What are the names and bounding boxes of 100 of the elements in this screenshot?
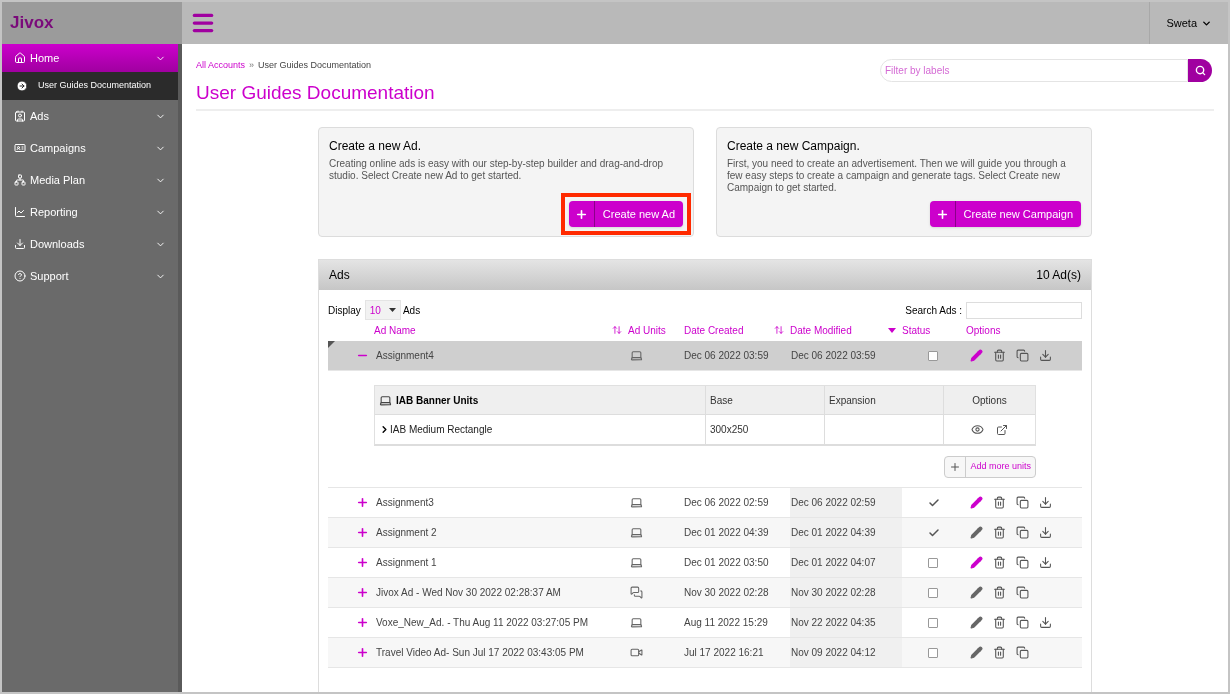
edit-icon[interactable] [970, 556, 983, 569]
edit-icon[interactable] [970, 586, 983, 599]
column-header: Base [706, 386, 825, 414]
sidebar-item[interactable]: Home [2, 44, 178, 72]
column-header[interactable]: Ad Units [628, 322, 666, 338]
status-checkbox[interactable] [928, 557, 938, 568]
column-header[interactable]: Date Modified [790, 322, 852, 338]
edit-icon[interactable] [970, 526, 983, 539]
external-link-icon[interactable] [996, 423, 1008, 436]
chevron-right-icon[interactable] [379, 424, 390, 435]
plus-icon [935, 207, 949, 221]
date-modified: Nov 30 2022 02:28 [791, 586, 876, 600]
search-button[interactable] [1188, 59, 1212, 82]
column-header[interactable]: Date Created [684, 322, 744, 338]
laptop-icon [630, 496, 643, 509]
preview-icon[interactable] [971, 423, 984, 436]
column-header[interactable]: Options [966, 322, 1001, 338]
ad-row[interactable]: Assignment 2 Dec 01 2022 04:39 Dec 01 2022 04:39 [328, 518, 1082, 548]
column-header: Options [971, 393, 1008, 408]
sidebar-item[interactable]: Campaigns [2, 132, 178, 164]
delete-icon[interactable] [993, 646, 1006, 659]
download-icon[interactable] [1039, 556, 1052, 569]
user-menu[interactable]: Sweta [1166, 14, 1197, 32]
sort-down-icon[interactable] [888, 327, 896, 333]
corner-marker-icon [328, 341, 335, 348]
ad-name: Assignment 2 [376, 527, 437, 538]
delete-icon[interactable] [993, 616, 1006, 629]
copy-icon[interactable] [1016, 349, 1029, 362]
sidebar-item[interactable]: Ads [2, 100, 178, 132]
create-button[interactable]: Create new Ad [568, 201, 683, 227]
search-ads-field[interactable] [966, 301, 1082, 319]
copy-icon[interactable] [1016, 496, 1029, 509]
download-icon[interactable] [1039, 526, 1052, 539]
date-modified: Dec 01 2022 04:07 [791, 556, 876, 570]
id-card-icon [14, 142, 26, 154]
plus-icon [574, 207, 588, 221]
sidebar-item[interactable]: Media Plan [2, 164, 178, 196]
arrow-circle-icon [16, 80, 28, 92]
download-icon[interactable] [1039, 496, 1052, 509]
search-label: Search Ads : [905, 303, 962, 318]
delete-icon[interactable] [993, 349, 1006, 362]
card-title: Create a new Ad. [329, 138, 423, 155]
status-checkbox[interactable] [928, 647, 938, 658]
copy-icon[interactable] [1016, 616, 1029, 629]
check-icon[interactable] [928, 526, 940, 539]
expand-icon[interactable] [355, 616, 369, 629]
logo[interactable]: Jivox [10, 10, 54, 36]
home-icon [14, 52, 26, 64]
column-header[interactable]: Status [902, 322, 931, 338]
expand-icon[interactable] [355, 646, 369, 659]
display-suffix: Ads [402, 303, 421, 318]
edit-icon[interactable] [970, 496, 983, 509]
delete-icon[interactable] [993, 556, 1006, 569]
expand-icon[interactable] [355, 586, 369, 599]
copy-icon[interactable] [1016, 526, 1029, 539]
laptop-icon [630, 556, 643, 569]
filter-field[interactable]: Filter by labels [880, 59, 1188, 82]
status-checkbox[interactable] [928, 350, 938, 361]
sort-icon[interactable] [612, 325, 622, 335]
page-size-select[interactable]: 10 [364, 300, 401, 320]
delete-icon[interactable] [993, 496, 1006, 509]
page-title: User Guides Documentation [196, 80, 435, 105]
ad-row[interactable]: Voxe_New_Ad. - Thu Aug 11 2022 03:27:05 PM Aug 11 2022 15:29 Nov 22 2022 04:35 [328, 608, 1082, 638]
expand-icon[interactable] [355, 526, 369, 539]
edit-icon[interactable] [970, 646, 983, 659]
copy-icon[interactable] [1016, 556, 1029, 569]
sidebar-item[interactable]: Support [2, 260, 178, 292]
edit-icon[interactable] [970, 616, 983, 629]
download-icon[interactable] [1039, 616, 1052, 629]
ad-name: Voxe_New_Ad. - Thu Aug 11 2022 03:27:05 PM [376, 617, 588, 628]
delete-icon[interactable] [993, 526, 1006, 539]
expand-icon[interactable] [355, 496, 369, 509]
ad-row[interactable]: Travel Video Ad- Sun Jul 17 2022 03:43:05 PM Jul 17 2022 16:21 Nov 09 2022 04:12 [328, 638, 1082, 668]
laptop-icon [379, 393, 392, 407]
status-checkbox[interactable] [928, 587, 938, 598]
breadcrumb-link[interactable]: All Accounts [196, 59, 246, 73]
check-icon[interactable] [928, 496, 940, 509]
sidebar-item[interactable]: Downloads [2, 228, 178, 260]
ad-row[interactable]: Assignment4 Dec 06 2022 03:59 Dec 06 2022 03:59 [328, 341, 1082, 371]
download-icon[interactable] [1039, 349, 1052, 362]
ad-row[interactable]: Assignment3 Dec 06 2022 02:59 Dec 06 2022 02:59 [328, 488, 1082, 518]
video-camera-icon [630, 646, 643, 659]
sidebar-subitem[interactable]: User Guides Documentation [2, 72, 178, 100]
delete-icon[interactable] [993, 586, 1006, 599]
sidebar-item[interactable]: Reporting [2, 196, 178, 228]
copy-icon[interactable] [1016, 646, 1029, 659]
chat-icon [630, 586, 643, 599]
ad-row[interactable]: Assignment 1 Dec 01 2022 03:50 Dec 01 2022 04:07 [328, 548, 1082, 578]
add-units-button[interactable]: Add more units [944, 456, 1036, 478]
ad-row[interactable]: Jivox Ad - Wed Nov 30 2022 02:28:37 AM Nov 30 2022 02:28 Nov 30 2022 02:28 [328, 578, 1082, 608]
create-button[interactable]: Create new Campaign [929, 201, 1081, 227]
ad-name: Assignment 1 [376, 557, 437, 568]
ads-count: 10 Ad(s) [1036, 267, 1081, 284]
card-text: Creating online ads is easy with our step-by-step builder and drag-and-drop studio. Select Create new Ad to get started. [329, 158, 665, 182]
copy-icon[interactable] [1016, 586, 1029, 599]
status-checkbox[interactable] [928, 617, 938, 628]
edit-icon[interactable] [970, 349, 983, 362]
column-header[interactable]: Ad Name [374, 322, 416, 338]
sort-icon[interactable] [774, 325, 784, 335]
expand-icon[interactable] [355, 556, 369, 569]
